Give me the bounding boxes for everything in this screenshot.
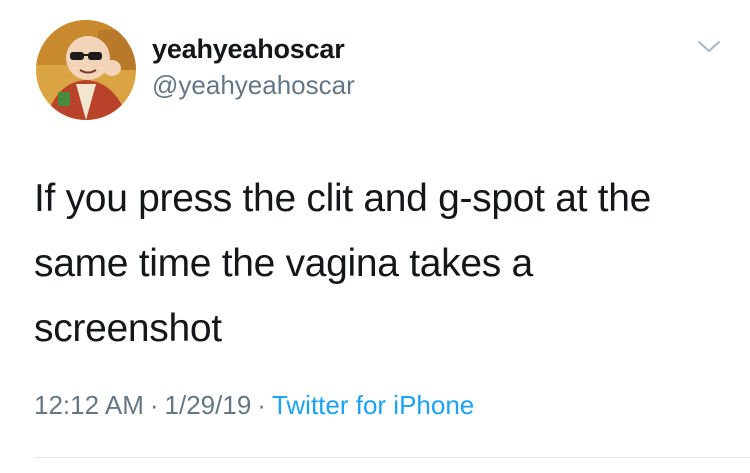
- tweet-source-link[interactable]: Twitter for iPhone: [272, 390, 474, 420]
- user-handle[interactable]: @yeahyeahoscar: [152, 70, 355, 101]
- tweet-time[interactable]: 12:12 AM: [34, 390, 144, 420]
- tweet-meta: 12:12 AM · 1/29/19 · Twitter for iPhone: [34, 390, 474, 421]
- cartoon-avatar-icon[interactable]: [36, 20, 136, 120]
- divider: [34, 457, 750, 458]
- tweet-text: If you press the clit and g-spot at the …: [34, 166, 724, 361]
- meta-separator: ·: [149, 390, 159, 420]
- tweet-text-line: same time the vagina takes a: [34, 242, 533, 285]
- meta-separator: ·: [257, 390, 266, 420]
- tweet-text-line: If you press the clit and g-spot at the: [34, 177, 651, 220]
- chevron-down-icon[interactable]: [696, 38, 722, 56]
- tweet-card: yeahyeahoscar @yeahyeahoscar If you pres…: [0, 0, 750, 473]
- tweet-text-line: screenshot: [34, 307, 222, 350]
- display-name[interactable]: yeahyeahoscar: [152, 34, 345, 65]
- tweet-date[interactable]: 1/29/19: [165, 390, 252, 420]
